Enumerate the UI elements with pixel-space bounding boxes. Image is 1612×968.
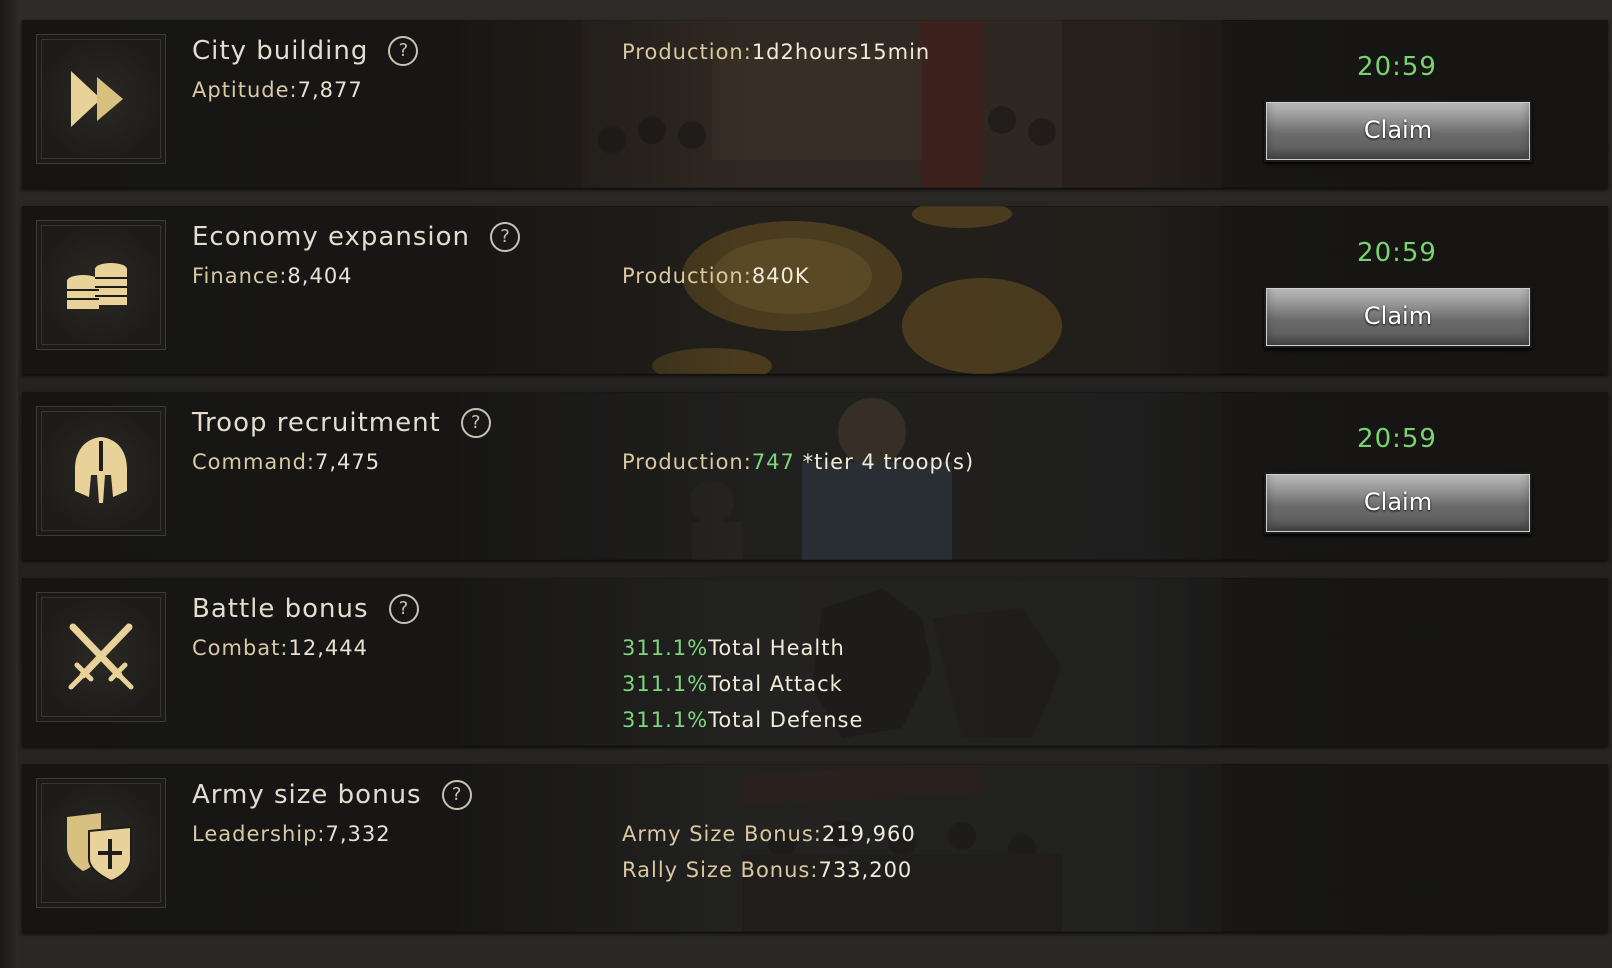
help-icon[interactable]: ? (441, 780, 472, 810)
stat-value: 7,475 (315, 450, 381, 474)
production-suffix: *tier 4 troop(s) (794, 450, 975, 474)
stat-label: Command: (192, 450, 316, 474)
crossed-swords-icon (68, 623, 134, 690)
icon-frame (36, 592, 166, 722)
stat-label: Aptitude: (192, 78, 298, 102)
coins-icon (67, 263, 127, 309)
icon-frame (36, 406, 166, 536)
shields-icon (67, 813, 132, 883)
stat-label: Finance: (192, 264, 288, 288)
production-line: Production:1d2hours15min (622, 40, 930, 64)
claim-button[interactable]: Claim (1264, 472, 1532, 534)
icon-frame (36, 34, 166, 164)
bonus-label: Total Health (708, 636, 845, 660)
claim-button[interactable]: Claim (1264, 100, 1532, 162)
bonus-line: 311.1%Total Defense (622, 708, 863, 732)
row-title: Economy expansion? (192, 222, 520, 252)
stat-line: Aptitude:7,877 (192, 78, 363, 102)
bonus-label: Total Attack (708, 672, 843, 696)
production-label: Production: (622, 450, 752, 474)
stat-value: 7,332 (325, 822, 391, 846)
helmet-icon (75, 437, 127, 503)
production-line: Production:747 *tier 4 troop(s) (622, 450, 974, 474)
stat-value: 7,877 (297, 78, 363, 102)
help-icon[interactable]: ? (388, 36, 419, 66)
bonus-line: 311.1%Total Health (622, 636, 845, 660)
row-title: City building? (192, 36, 419, 66)
icon-frame (36, 778, 166, 908)
production-value: 840K (751, 264, 810, 288)
icon-frame (36, 220, 166, 350)
stat-line: Combat:12,444 (192, 636, 368, 660)
help-icon[interactable]: ? (490, 222, 520, 252)
stat-label: Leadership: (192, 822, 326, 846)
rally-size-line: Rally Size Bonus:733,200 (622, 858, 912, 882)
stat-value: 12,444 (288, 636, 368, 660)
row-economy-expansion: Economy expansion? Finance:8,404 Product… (22, 206, 1608, 374)
countdown-timer: 20:59 (1357, 238, 1437, 268)
production-value: 747 (751, 450, 795, 474)
countdown-timer: 20:59 (1357, 424, 1437, 454)
help-icon[interactable]: ? (388, 594, 419, 624)
row-title: Army size bonus? (192, 780, 472, 810)
stat-line: Leadership:7,332 (192, 822, 391, 846)
row-troop-recruitment: Troop recruitment? Command:7,475 Product… (22, 392, 1608, 560)
rally-size-value: 733,200 (818, 858, 913, 882)
bonus-line: 311.1%Total Attack (622, 672, 843, 696)
row-title: Troop recruitment? (192, 408, 491, 438)
bonus-value: 311.1% (622, 708, 709, 732)
stat-value: 8,404 (287, 264, 353, 288)
production-line: Production:840K (622, 264, 810, 288)
army-size-line: Army Size Bonus:219,960 (622, 822, 916, 846)
army-size-label: Army Size Bonus: (622, 822, 822, 846)
row-army-size-bonus: Army size bonus? Leadership:7,332 Army S… (22, 764, 1608, 932)
stat-label: Combat: (192, 636, 289, 660)
bonus-value: 311.1% (622, 636, 709, 660)
panel-frame: City building? Aptitude:7,877 Production… (0, 0, 1612, 968)
production-value: 1d2hours15min (751, 40, 931, 64)
rally-size-label: Rally Size Bonus: (622, 858, 819, 882)
help-icon[interactable]: ? (460, 408, 491, 438)
row-city-building: City building? Aptitude:7,877 Production… (22, 20, 1608, 188)
bonus-label: Total Defense (708, 708, 864, 732)
stat-line: Command:7,475 (192, 450, 380, 474)
bonus-value: 311.1% (622, 672, 709, 696)
production-label: Production: (622, 40, 752, 64)
row-title: Battle bonus? (192, 594, 419, 624)
production-label: Production: (622, 264, 752, 288)
double-chevron-icon (71, 71, 123, 127)
stat-line: Finance:8,404 (192, 264, 353, 288)
countdown-timer: 20:59 (1357, 52, 1437, 82)
claim-button[interactable]: Claim (1264, 286, 1532, 348)
army-size-value: 219,960 (821, 822, 916, 846)
row-battle-bonus: Battle bonus? Combat:12,444 311.1%Total … (22, 578, 1608, 746)
